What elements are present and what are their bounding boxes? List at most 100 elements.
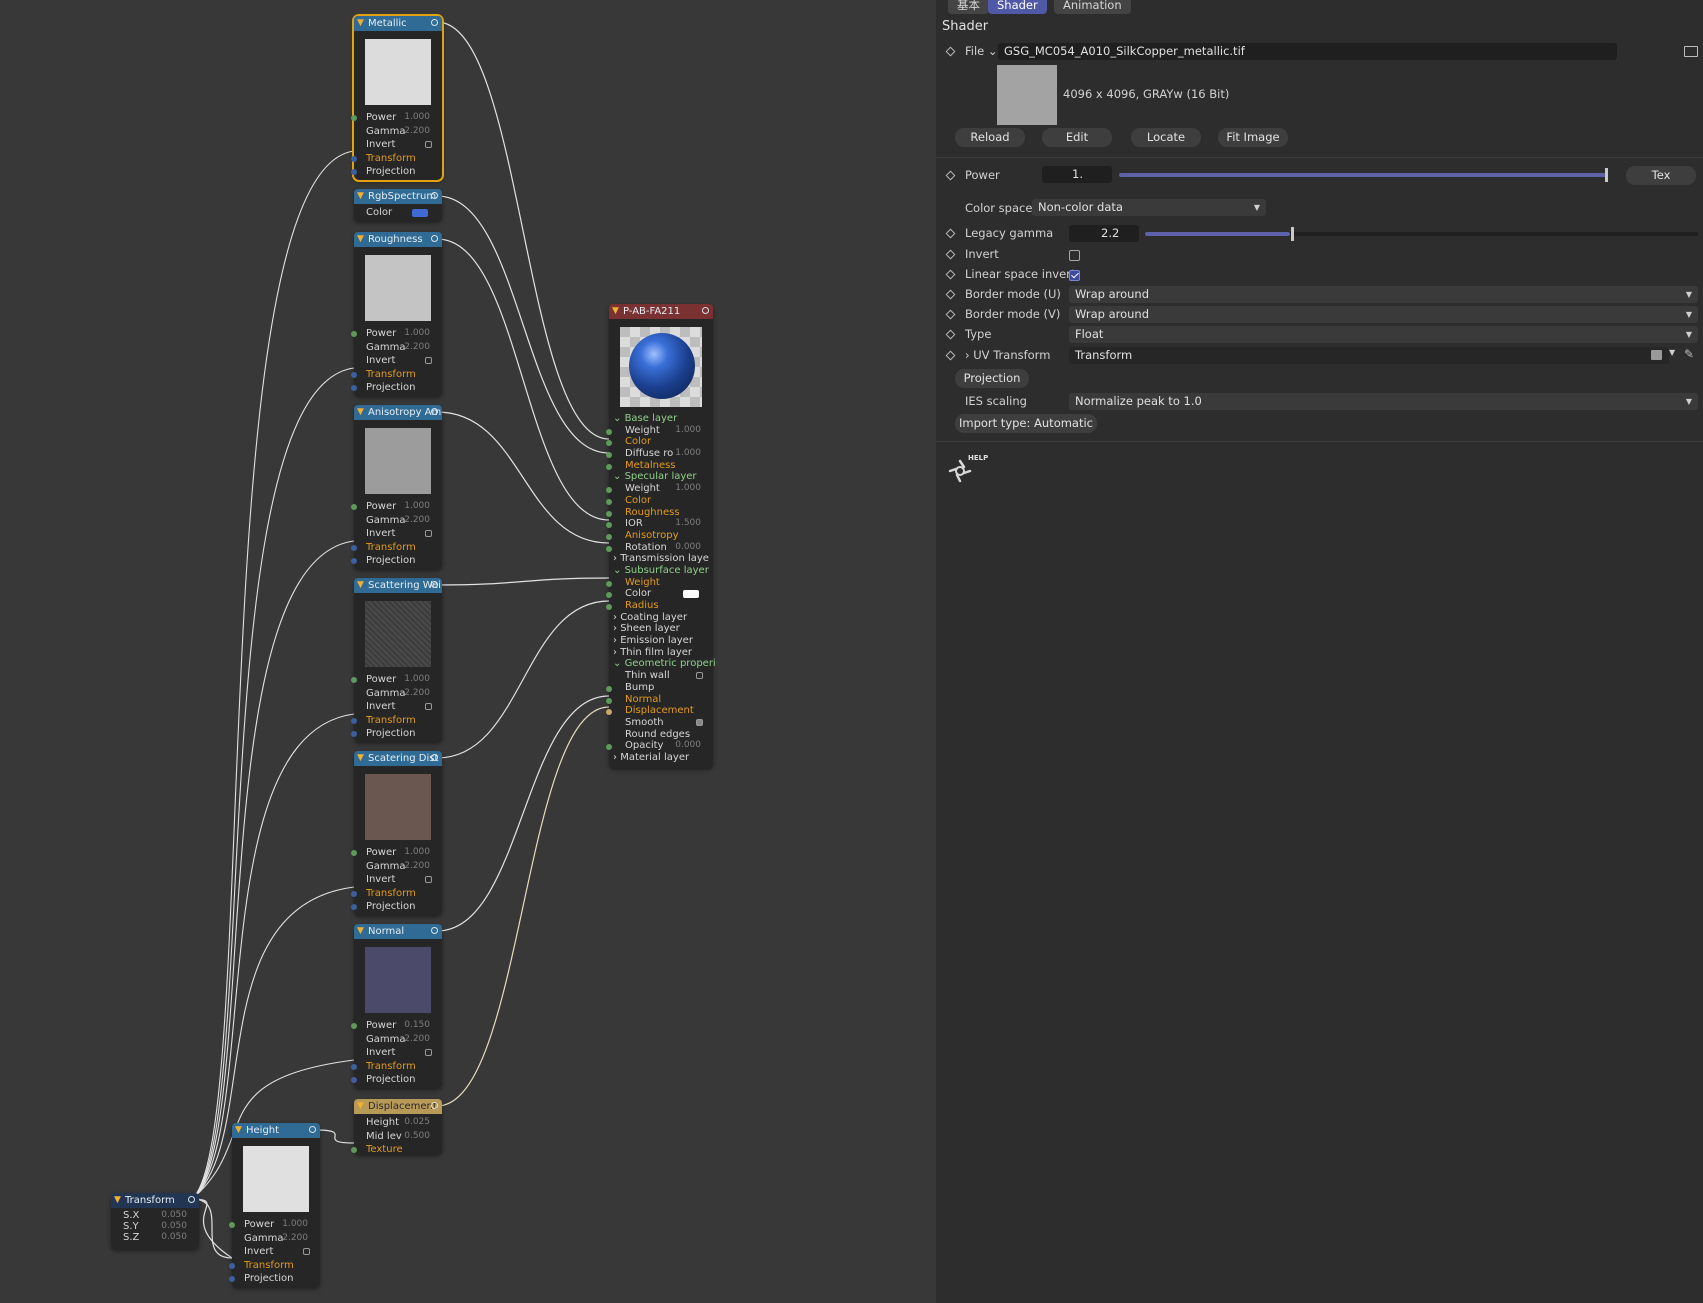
row-thin-wall[interactable]: Thin wall bbox=[609, 670, 713, 682]
fit-image-button[interactable]: Fit Image bbox=[1218, 128, 1288, 147]
group-base-layer[interactable]: ⌄ Base layer bbox=[609, 413, 713, 425]
node-header[interactable]: ▼ Anisotropy Am bbox=[354, 405, 442, 420]
collapse-icon[interactable]: ▼ bbox=[114, 1193, 121, 1208]
node-transform[interactable]: ▼ Transform S.X 0.050 S.Y 0.050 S.Z 0.050 bbox=[111, 1193, 199, 1249]
input-pin[interactable] bbox=[351, 504, 357, 510]
checkbox[interactable] bbox=[696, 672, 703, 680]
input-pin[interactable] bbox=[606, 533, 612, 540]
output-port-icon[interactable] bbox=[702, 307, 709, 314]
input-pin[interactable] bbox=[606, 604, 612, 610]
input-pin[interactable] bbox=[351, 677, 357, 683]
color-swatch[interactable] bbox=[683, 590, 699, 599]
node-header[interactable]: ▼ Displacement bbox=[354, 1099, 442, 1114]
row-invert[interactable]: Invert bbox=[354, 138, 442, 152]
checkbox[interactable] bbox=[425, 530, 432, 537]
node-anisotropy[interactable]: ▼ Anisotropy Am Power 1.000 Gamma 2.200 Inv… bbox=[351, 405, 442, 569]
row-gamma[interactable]: Gamma 2.200 bbox=[354, 341, 442, 355]
row-power[interactable]: Power 1.000 bbox=[351, 111, 442, 125]
node-wire[interactable] bbox=[436, 238, 610, 521]
input-pin[interactable] bbox=[606, 685, 612, 692]
input-pin[interactable] bbox=[351, 1077, 357, 1083]
row-color[interactable]: Color bbox=[354, 206, 442, 220]
node-header[interactable]: ▼ P-AB-FA211 bbox=[609, 304, 713, 319]
row-gamma[interactable]: Gamma 2.200 bbox=[354, 860, 442, 874]
row-weight[interactable]: Weight 1.000 bbox=[606, 425, 713, 437]
collapse-icon[interactable]: ▼ bbox=[357, 405, 364, 420]
node-material[interactable]: ▼ P-AB-FA211 ⌄ Base layer Weight 1.000 Col… bbox=[606, 304, 716, 768]
node-header[interactable]: ▼ Scattering Wei bbox=[354, 578, 442, 593]
row-sz[interactable]: S.Z 0.050 bbox=[111, 1232, 199, 1243]
output-port-icon[interactable] bbox=[188, 1196, 195, 1203]
input-pin[interactable] bbox=[606, 487, 612, 494]
node-scattering-distance[interactable]: ▼ Scatering Dist Power 1.000 Gamma 2.200 In… bbox=[351, 751, 442, 915]
node-wire[interactable] bbox=[191, 367, 355, 1200]
input-pin[interactable] bbox=[606, 709, 612, 716]
node-height[interactable]: ▼ Height Power 1.000 Gamma 2.200 Invert Tra… bbox=[229, 1123, 320, 1287]
node-wire[interactable] bbox=[191, 540, 355, 1200]
tab-shader[interactable]: Shader bbox=[988, 0, 1047, 14]
row-projection[interactable]: Projection bbox=[351, 727, 442, 741]
file-label[interactable]: File ⌄ bbox=[965, 44, 998, 58]
row-gamma[interactable]: Gamma 2.200 bbox=[354, 125, 442, 139]
node-wire[interactable] bbox=[436, 21, 610, 440]
node-graph[interactable]: ▼ Metallic Power 1.000 Gamma 2.200 Invert T… bbox=[0, 0, 936, 1303]
row-transform[interactable]: Transform bbox=[351, 887, 442, 901]
locate-button[interactable]: Locate bbox=[1131, 128, 1201, 147]
input-pin[interactable] bbox=[606, 744, 612, 751]
row-projection[interactable]: Projection bbox=[351, 900, 442, 914]
node-wire[interactable] bbox=[436, 706, 610, 1107]
row-sub-weight[interactable]: Weight bbox=[606, 577, 713, 589]
tex-button[interactable]: Tex bbox=[1626, 166, 1696, 185]
node-wire[interactable] bbox=[436, 600, 610, 759]
row-sy[interactable]: S.Y 0.050 bbox=[111, 1221, 199, 1232]
group-specular-layer[interactable]: ⌄ Specular layer bbox=[609, 471, 713, 483]
input-pin[interactable] bbox=[606, 440, 612, 447]
row-invert[interactable]: Invert bbox=[232, 1245, 320, 1259]
row-invert[interactable]: Invert bbox=[354, 700, 442, 714]
checkbox[interactable] bbox=[425, 703, 432, 710]
keyframe-diamond-icon[interactable] bbox=[945, 228, 956, 239]
row-power[interactable]: Power 1.000 bbox=[229, 1218, 320, 1232]
uv-transform-field[interactable]: Transform bbox=[1069, 347, 1669, 364]
linear-invert-checkbox[interactable] bbox=[1069, 270, 1080, 281]
ies-scaling-dropdown[interactable]: Normalize peak to 1.0 ▼ bbox=[1069, 393, 1698, 410]
row-invert[interactable]: Invert bbox=[354, 354, 442, 368]
output-port-icon[interactable] bbox=[431, 192, 438, 199]
input-pin[interactable] bbox=[351, 155, 357, 162]
checkbox[interactable] bbox=[425, 141, 432, 148]
input-pin[interactable] bbox=[351, 1023, 357, 1029]
input-pin[interactable] bbox=[351, 1147, 357, 1153]
group-material-layer[interactable]: › Material layer bbox=[609, 752, 713, 764]
row-smooth[interactable]: Smooth bbox=[609, 717, 713, 729]
collapse-icon[interactable]: ▼ bbox=[357, 578, 364, 593]
row-transform[interactable]: Transform bbox=[351, 1060, 442, 1074]
keyframe-diamond-icon[interactable] bbox=[945, 329, 956, 340]
row-power[interactable]: Power 0.150 bbox=[351, 1019, 442, 1033]
node-header[interactable]: ▼ RgbSpectrum bbox=[354, 189, 442, 204]
output-port-icon[interactable] bbox=[309, 1126, 316, 1133]
checkbox[interactable] bbox=[425, 876, 432, 883]
row-projection[interactable]: Projection bbox=[351, 165, 442, 179]
group-coating-layer[interactable]: › Coating layer bbox=[609, 612, 713, 624]
input-pin[interactable] bbox=[351, 890, 357, 897]
output-port-icon[interactable] bbox=[431, 19, 438, 26]
projection-button[interactable]: Projection bbox=[955, 369, 1029, 388]
row-invert[interactable]: Invert bbox=[354, 873, 442, 887]
collapse-icon[interactable]: ▼ bbox=[357, 232, 364, 247]
row-gamma[interactable]: Gamma 2.200 bbox=[354, 514, 442, 528]
chevron-down-icon[interactable]: ▼ bbox=[1669, 348, 1675, 357]
group-geometric[interactable]: ⌄ Geometric properi bbox=[609, 658, 716, 670]
row-spec-weight[interactable]: Weight 1.000 bbox=[606, 483, 713, 495]
checkbox[interactable] bbox=[425, 1049, 432, 1056]
folder-icon[interactable] bbox=[1684, 46, 1698, 57]
row-sx[interactable]: S.X 0.050 bbox=[111, 1210, 199, 1221]
node-wire[interactable] bbox=[191, 150, 355, 1200]
row-color[interactable]: Color bbox=[606, 436, 713, 448]
group-thin-film-layer[interactable]: › Thin film layer bbox=[609, 647, 713, 659]
input-pin[interactable] bbox=[351, 1063, 357, 1070]
node-metallic[interactable]: ▼ Metallic Power 1.000 Gamma 2.200 Invert T… bbox=[351, 14, 444, 182]
node-header[interactable]: ▼ Roughness bbox=[354, 232, 442, 247]
row-anisotropy[interactable]: Anisotropy bbox=[606, 530, 713, 542]
output-port-icon[interactable] bbox=[431, 235, 438, 242]
input-pin[interactable] bbox=[229, 1262, 235, 1269]
